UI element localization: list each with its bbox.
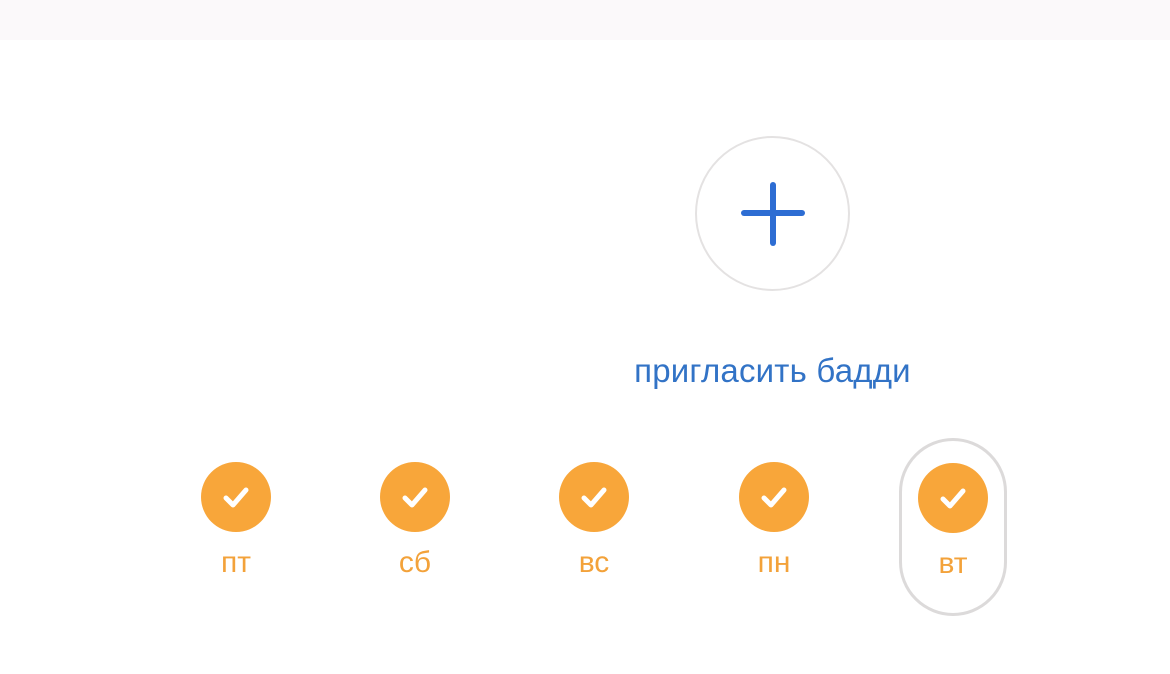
checkmark-icon	[739, 462, 809, 532]
day-item-mon[interactable]: пн	[719, 462, 829, 588]
day-label: сб	[398, 546, 432, 579]
checkmark-icon	[201, 462, 271, 532]
day-item-sun[interactable]: вс	[539, 462, 649, 588]
day-item-sat[interactable]: сб	[360, 462, 470, 588]
day-item-fri[interactable]: пт	[181, 462, 291, 588]
checkmark-icon	[918, 463, 988, 533]
day-label: пн	[757, 546, 791, 579]
checkmark-icon	[380, 462, 450, 532]
day-item-tue-selected[interactable]: вт	[899, 438, 1007, 616]
top-bar	[0, 0, 1170, 40]
day-label: вт	[938, 547, 968, 580]
day-label: пт	[221, 546, 251, 579]
checkmark-icon	[559, 462, 629, 532]
invite-buddy-label[interactable]: пригласить бадди	[600, 352, 945, 390]
day-label: вс	[578, 546, 610, 579]
plus-icon	[740, 181, 805, 246]
invite-buddy-button[interactable]	[695, 136, 850, 291]
